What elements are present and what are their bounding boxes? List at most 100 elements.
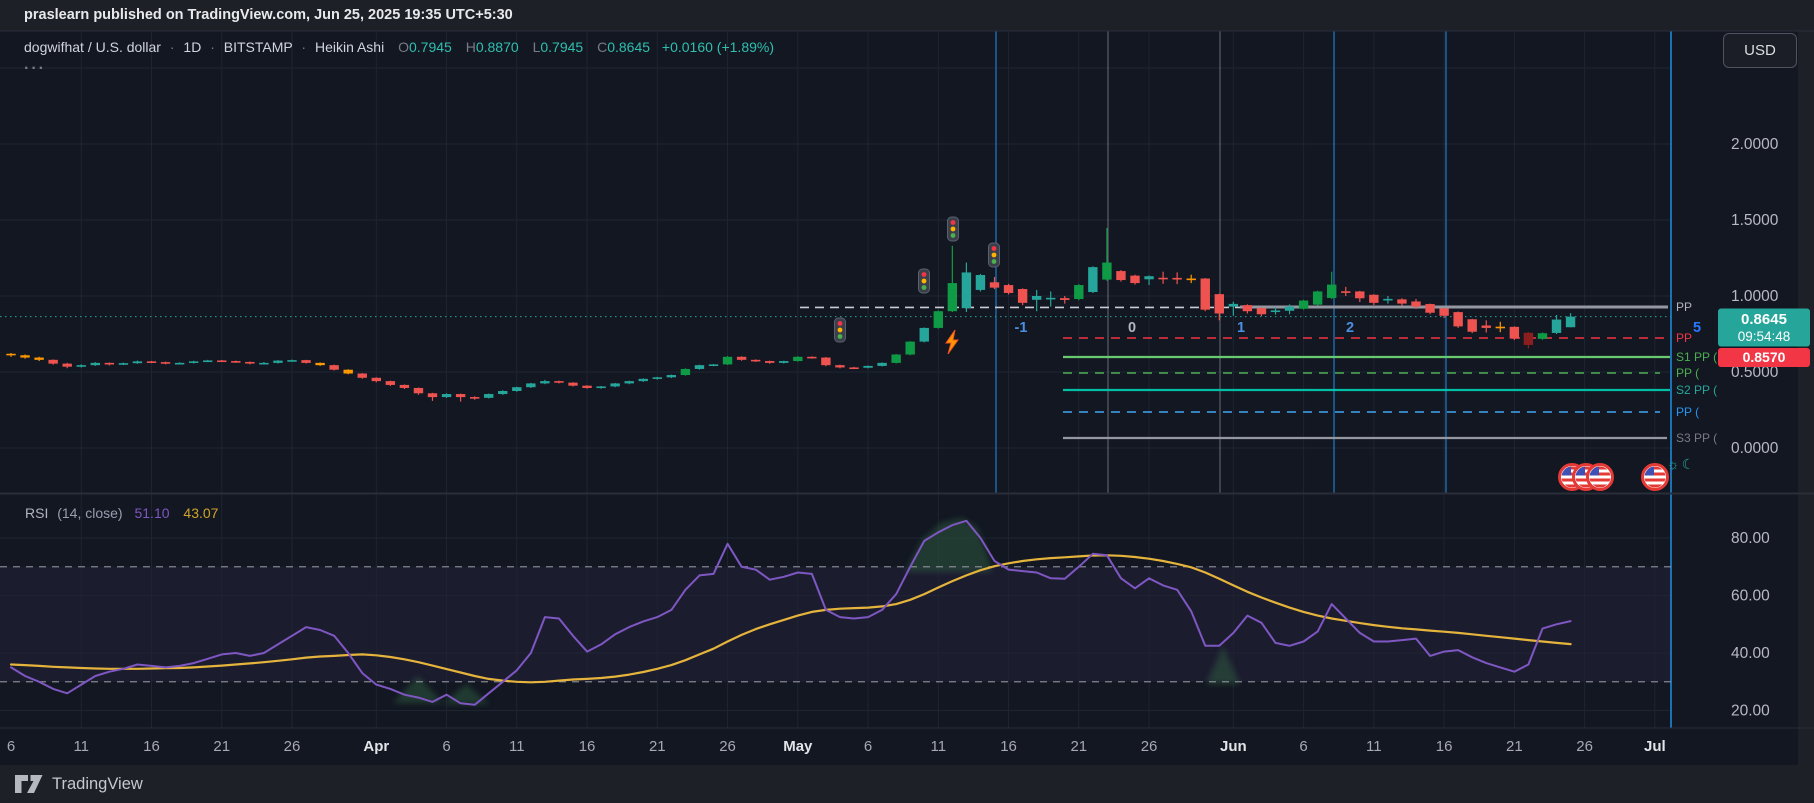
time-scale-drag-area[interactable] xyxy=(0,728,1671,765)
rsi-name[interactable]: RSI xyxy=(25,505,48,521)
traffic-light-icon[interactable] xyxy=(947,216,959,242)
candle-body xyxy=(1369,294,1379,303)
candle-body xyxy=(1186,278,1196,281)
candle-body xyxy=(1088,267,1098,293)
price-scale-drag-area[interactable] xyxy=(1671,31,1798,728)
candle-body xyxy=(1467,319,1477,332)
candle-body xyxy=(34,357,44,360)
candle-body xyxy=(1284,306,1295,311)
candle-body xyxy=(1509,326,1520,339)
candle-body xyxy=(104,362,115,365)
candle-body xyxy=(1495,326,1505,329)
tradingview-brand-text: TradingView xyxy=(52,774,143,793)
traffic-light-icon[interactable] xyxy=(834,317,846,343)
candle-body xyxy=(498,391,508,395)
candle-body xyxy=(568,382,578,386)
candle-body xyxy=(399,384,410,388)
candle-body xyxy=(1116,271,1126,281)
rsi-ma-value: 43.07 xyxy=(183,505,219,521)
candle-body xyxy=(231,361,241,363)
candle-body xyxy=(919,327,929,342)
high-value: 0.8870 xyxy=(475,39,519,55)
candle-body xyxy=(961,272,972,309)
candle-body xyxy=(1298,300,1309,309)
rsi-value: 51.10 xyxy=(134,505,170,521)
candle-body xyxy=(512,387,522,391)
chart-canvas[interactable]: -1 0 1 2 5☼ ☾2.00001.50001.00000.50000.000080… xyxy=(0,0,1814,803)
candle-body xyxy=(357,373,367,378)
candle-body xyxy=(441,394,452,398)
candle-body xyxy=(1242,305,1253,312)
candle-body xyxy=(203,360,213,363)
more-menu-dots[interactable]: ··· xyxy=(24,60,46,78)
us-flag-icon[interactable] xyxy=(1586,463,1614,491)
candle-body xyxy=(217,360,227,363)
candle-body xyxy=(582,385,592,388)
candle-body xyxy=(1017,289,1028,303)
section-marker-label: 0 xyxy=(1128,320,1136,336)
candle-body xyxy=(624,381,634,384)
candle-body xyxy=(1341,291,1351,293)
candle-body xyxy=(1537,333,1548,339)
candle-body xyxy=(526,383,536,388)
candle-body xyxy=(821,357,831,366)
candle-body xyxy=(779,361,789,363)
exchange-label: BITSTAMP xyxy=(223,39,293,55)
candle-body xyxy=(1074,285,1084,300)
candle-body xyxy=(287,360,297,362)
tradingview-published-chart: praslearn published on TradingView.com, … xyxy=(0,0,1814,803)
candle-body xyxy=(666,375,677,378)
symbol-name[interactable]: dogwifhat / U.S. dollar xyxy=(24,39,161,55)
candle-body xyxy=(540,381,550,384)
timeframe-label[interactable]: 1D xyxy=(183,39,201,55)
candle-body xyxy=(385,381,396,385)
candle-body xyxy=(20,355,30,358)
right-margin xyxy=(1798,31,1814,765)
candle-body xyxy=(469,397,480,399)
tradingview-logo[interactable]: TradingView xyxy=(14,772,143,796)
candle-body xyxy=(1383,298,1393,301)
candle-body xyxy=(329,365,339,370)
us-flag-icon[interactable] xyxy=(1641,463,1669,491)
candle-body xyxy=(680,368,691,376)
candle-body xyxy=(1144,276,1154,280)
candle-body xyxy=(1481,325,1491,328)
candle-body xyxy=(1031,296,1042,300)
candle-body xyxy=(849,367,859,370)
open-value: 0.7945 xyxy=(409,39,452,55)
candle-body xyxy=(1397,299,1407,304)
candle-body xyxy=(989,282,1000,288)
candle-body xyxy=(413,387,424,394)
candle-body xyxy=(1425,304,1435,313)
candle-body xyxy=(273,360,283,363)
separator-dot: · xyxy=(210,39,215,55)
separator-dot: · xyxy=(169,39,175,55)
candle-body xyxy=(1551,319,1562,333)
close-label: C xyxy=(597,39,608,55)
candle-body xyxy=(132,361,143,364)
candle-body xyxy=(736,356,747,360)
candle-body xyxy=(1439,308,1449,316)
traffic-light-icon[interactable] xyxy=(918,268,930,294)
section-marker-label: -1 xyxy=(1015,320,1028,336)
candle-body xyxy=(1327,284,1337,298)
candle-body xyxy=(554,381,564,383)
candle-body xyxy=(1130,275,1140,284)
candle-body xyxy=(610,383,620,387)
candle-body xyxy=(1355,291,1365,299)
candle-body xyxy=(1523,332,1534,345)
section-marker-label: 1 xyxy=(1237,320,1245,336)
candle-body xyxy=(118,363,129,365)
traffic-light-icon[interactable] xyxy=(988,242,1000,268)
candle-body xyxy=(146,361,157,363)
candle-body xyxy=(6,353,16,356)
rsi-indicator-title: RSI (14, close) 51.10 43.07 xyxy=(25,505,218,521)
candle-body xyxy=(947,283,958,312)
candle-body xyxy=(371,377,381,382)
rsi-band-fill xyxy=(0,566,1671,682)
candle-body xyxy=(708,364,719,366)
candle-body xyxy=(174,362,185,365)
rsi-params: (14, close) xyxy=(57,505,123,521)
candle-body xyxy=(1158,277,1168,280)
close-value: 0.8645 xyxy=(607,39,651,55)
